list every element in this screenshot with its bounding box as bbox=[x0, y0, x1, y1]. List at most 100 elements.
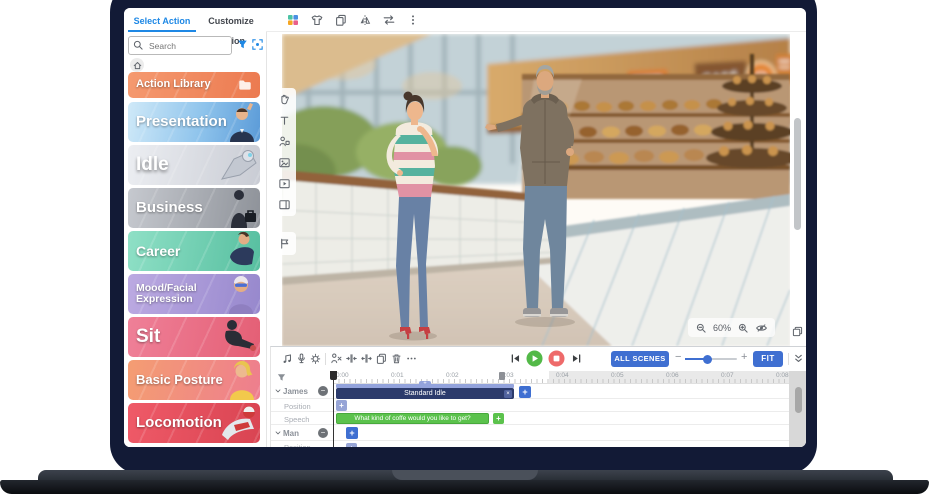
float-window-icon[interactable] bbox=[791, 325, 804, 338]
stop-button[interactable] bbox=[548, 350, 565, 367]
brand-icon[interactable] bbox=[286, 13, 300, 27]
track-row-james[interactable]: James − + Standard Idle × + bbox=[271, 383, 806, 399]
actor-tool-icon[interactable] bbox=[278, 135, 291, 148]
track-row-james-position[interactable]: Position + bbox=[271, 399, 806, 412]
face-key-icon[interactable] bbox=[309, 352, 322, 365]
slider-plus[interactable]: + bbox=[741, 351, 749, 363]
image-tool-icon[interactable] bbox=[278, 156, 291, 169]
category-locomotion[interactable]: Locomotion bbox=[128, 403, 260, 443]
tab-select-action[interactable]: Select Action bbox=[128, 11, 196, 31]
category-business[interactable]: Business bbox=[128, 188, 260, 228]
flag-tool-icon[interactable] bbox=[278, 237, 291, 250]
ruler-label: 0:08 bbox=[776, 372, 789, 379]
panel-tool-icon[interactable] bbox=[278, 198, 291, 211]
outfit-icon[interactable] bbox=[310, 13, 324, 27]
track-row-man-position[interactable]: Position + bbox=[271, 441, 806, 447]
clip-close-icon[interactable]: × bbox=[504, 390, 512, 398]
add-position-key-button[interactable]: + bbox=[346, 443, 357, 447]
category-mood-facial[interactable]: Mood/Facial Expression bbox=[128, 274, 260, 314]
sitting-figure bbox=[216, 317, 260, 357]
track-mute-button[interactable]: − bbox=[318, 428, 328, 438]
split-out-icon[interactable] bbox=[360, 352, 373, 365]
fit-button[interactable]: FIT bbox=[753, 351, 783, 367]
duplicate-icon[interactable] bbox=[334, 13, 348, 27]
track-name: Man bbox=[283, 429, 299, 438]
category-label: Presentation bbox=[128, 114, 227, 130]
collapse-chevron-icon[interactable] bbox=[274, 429, 282, 437]
ruler-label: 0:06 bbox=[666, 372, 679, 379]
search-input[interactable] bbox=[147, 38, 231, 53]
add-clip-button[interactable]: + bbox=[346, 427, 358, 439]
timeline-toolbar: ALL SCENES − + FIT bbox=[271, 347, 806, 372]
audio-track-icon[interactable] bbox=[281, 352, 294, 365]
search-box[interactable] bbox=[128, 36, 232, 55]
flag-tool-strip bbox=[272, 232, 296, 255]
play-button[interactable] bbox=[526, 350, 543, 367]
viewport-scrollbar[interactable] bbox=[794, 118, 801, 230]
track-mute-button[interactable]: − bbox=[318, 386, 328, 396]
filter-icon[interactable] bbox=[236, 38, 249, 51]
viewport-zoom-controls: 60% bbox=[688, 318, 775, 337]
zoom-out-icon[interactable] bbox=[695, 322, 707, 334]
add-position-key-button[interactable]: + bbox=[336, 400, 347, 411]
viewport-tool-strip bbox=[272, 88, 296, 216]
collect-clip-icon[interactable] bbox=[330, 352, 343, 365]
action-clip[interactable]: Standard Idle × bbox=[336, 388, 514, 399]
mirror-icon[interactable] bbox=[358, 13, 372, 27]
skip-end-icon[interactable] bbox=[570, 352, 583, 365]
delete-clip-icon[interactable] bbox=[390, 352, 403, 365]
category-career[interactable]: Career bbox=[128, 231, 260, 271]
split-in-icon[interactable] bbox=[345, 352, 358, 365]
category-presentation[interactable]: Presentation bbox=[128, 102, 260, 142]
home-button[interactable] bbox=[130, 58, 144, 72]
track-filter-icon[interactable] bbox=[276, 372, 287, 383]
timeline-zoom-slider[interactable] bbox=[685, 358, 737, 360]
pan-hand-icon[interactable] bbox=[278, 93, 291, 106]
all-scenes-button[interactable]: ALL SCENES bbox=[611, 351, 669, 367]
media-tool-icon[interactable] bbox=[278, 177, 291, 190]
scene-marker[interactable] bbox=[499, 372, 505, 380]
category-label: Sit bbox=[128, 327, 160, 347]
subtrack-name: Position bbox=[284, 402, 311, 411]
collapse-chevron-icon[interactable] bbox=[274, 387, 282, 395]
category-label: Action Library bbox=[128, 79, 211, 91]
add-speech-button[interactable]: + bbox=[493, 413, 504, 424]
add-clip-button[interactable]: + bbox=[519, 386, 531, 398]
playhead-handle[interactable] bbox=[330, 371, 337, 380]
category-basic-posture[interactable]: Basic Posture bbox=[128, 360, 260, 400]
tab-customize-action[interactable]: Customize Action bbox=[198, 11, 264, 31]
more-menu-icon[interactable] bbox=[406, 13, 420, 27]
zoom-in-icon[interactable] bbox=[737, 322, 749, 334]
category-label: Idle bbox=[128, 155, 169, 175]
slider-thumb[interactable] bbox=[703, 355, 712, 364]
track-row-man[interactable]: Man − + bbox=[271, 425, 806, 441]
speech-clip[interactable]: What kind of coffe would you like to get… bbox=[336, 413, 489, 424]
slider-minus[interactable]: − bbox=[675, 351, 683, 363]
track-row-james-speech[interactable]: Speech What kind of coffe would you like… bbox=[271, 412, 806, 425]
subtrack-name: Speech bbox=[284, 415, 309, 424]
collapse-panel-icon[interactable] bbox=[792, 352, 805, 365]
category-idle[interactable]: Idle bbox=[128, 145, 260, 185]
microphone-icon[interactable] bbox=[295, 352, 308, 365]
skip-start-icon[interactable] bbox=[509, 352, 522, 365]
category-label: Mood/Facial Expression bbox=[128, 283, 206, 305]
viewport-3d-scene[interactable]: CAFÉ Q bbox=[282, 34, 790, 346]
category-sit[interactable]: Sit bbox=[128, 317, 260, 357]
viewport-toolbar bbox=[266, 8, 806, 32]
timeline-panel: ALL SCENES − + FIT 0:00 0:01 0:02 0 bbox=[270, 346, 806, 447]
more-tools-icon[interactable] bbox=[405, 352, 418, 365]
ruler-label: 0:01 bbox=[391, 372, 404, 379]
toolbar-separator bbox=[788, 353, 789, 365]
category-action-library[interactable]: Action Library bbox=[128, 72, 260, 98]
timeline-scrollbar[interactable] bbox=[795, 387, 802, 413]
swap-icon[interactable] bbox=[382, 13, 396, 27]
duplicate-clip-icon[interactable] bbox=[375, 352, 388, 365]
frame-fit-icon[interactable] bbox=[251, 38, 264, 51]
laptop-base bbox=[0, 480, 929, 494]
posture-figure bbox=[220, 360, 260, 400]
text-tool-icon[interactable] bbox=[278, 114, 291, 127]
subtrack-name: Position bbox=[284, 443, 311, 447]
career-figure bbox=[220, 231, 260, 271]
preview-eye-icon[interactable] bbox=[755, 321, 768, 334]
active-tab-underline bbox=[128, 30, 196, 32]
